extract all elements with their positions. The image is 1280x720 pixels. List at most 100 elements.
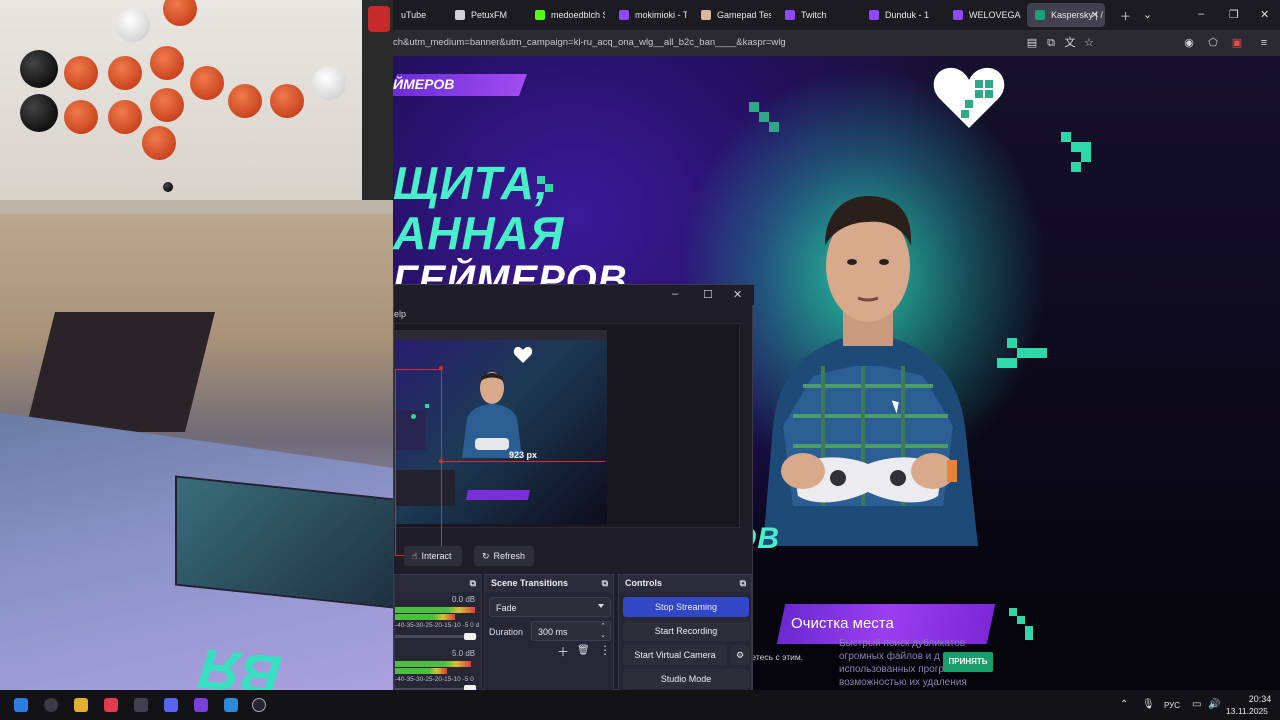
undock-icon[interactable]: ⧉ <box>470 578 476 589</box>
browser-tab[interactable]: Kaspersky | / ✕ <box>1027 3 1105 27</box>
arcade-button <box>64 100 98 134</box>
minimize-icon[interactable]: – <box>1198 8 1204 20</box>
browser-tab[interactable]: Twitch <box>777 3 855 27</box>
reader-view-icon[interactable]: ▤ <box>1025 36 1039 50</box>
preview-heart-logo-icon <box>513 346 533 363</box>
chevron-down-icon[interactable]: ⌄ <box>1143 8 1152 21</box>
url-text[interactable]: ch&utm_medium=banner&utm_campaign=kl-ru_… <box>393 37 786 48</box>
maximize-icon[interactable]: ❐ <box>1229 8 1239 21</box>
account-icon[interactable]: ◉ <box>1182 36 1196 50</box>
hero-line-2: АННАЯ <box>393 207 565 259</box>
obs-taskbar-icon[interactable] <box>252 698 266 712</box>
track1-db: 0.0 dB <box>452 595 476 604</box>
scene-transitions-title: Scene Transitions <box>491 578 569 588</box>
transition-select[interactable]: Fade <box>489 597 611 617</box>
refresh-button[interactable]: ↻ Refresh <box>474 546 534 566</box>
maximize-icon[interactable]: ☐ <box>703 288 713 301</box>
tab-label: mokimioki - Tw <box>635 10 687 20</box>
tab-label: PetuxFM <box>471 10 508 20</box>
language-indicator[interactable]: РУС <box>1164 701 1180 710</box>
controls-dock: Controls ⧉ Stop Streaming Start Recording… <box>618 574 752 691</box>
close-icon[interactable]: ✕ <box>733 288 742 301</box>
duration-value: 300 ms <box>538 627 568 637</box>
interact-label: Interact <box>421 551 452 561</box>
browser-tab[interactable]: Dunduk - 1 <box>861 3 939 27</box>
app-icon[interactable] <box>194 698 208 712</box>
network-icon[interactable]: ▭ <box>1192 699 1201 710</box>
arcade-button <box>228 84 262 118</box>
start-windows-icon[interactable] <box>14 698 28 712</box>
browser-tab[interactable]: Gamepad Teste <box>693 3 771 27</box>
preview-canvas[interactable]: 923 px <box>394 323 740 558</box>
volume-icon[interactable]: 🔊 <box>1208 699 1220 710</box>
dark-object <box>25 312 215 432</box>
brand-logo <box>368 6 390 32</box>
selection-box[interactable] <box>395 369 442 556</box>
spin-arrows-icon[interactable]: ⌃ ⌄ <box>600 622 606 640</box>
pixel-decoration <box>545 184 553 192</box>
clock-date[interactable]: 13.11.2025 <box>1226 706 1268 716</box>
controls-title: Controls <box>625 578 662 588</box>
close-icon[interactable]: ✕ <box>1260 8 1269 21</box>
tab-label: Gamepad Teste <box>717 10 771 20</box>
arcade-button <box>108 56 142 90</box>
tab-close-icon[interactable]: ✕ <box>1091 10 1099 21</box>
studio-mode-button[interactable]: Studio Mode <box>623 669 749 689</box>
browser-tab[interactable]: uTube <box>393 3 441 27</box>
pixel-decoration <box>1081 152 1091 162</box>
trash-icon[interactable]: 🗑 <box>577 645 590 656</box>
clock-time[interactable]: 20:34 <box>1240 694 1280 704</box>
tab-label: WELOVEGAME <box>969 10 1021 20</box>
app-icon[interactable] <box>224 698 238 712</box>
discord-icon[interactable] <box>164 698 178 712</box>
cookie-banner-text: ьетесь с этим. <box>747 652 804 662</box>
more-options-icon[interactable]: ⋮ <box>599 643 611 657</box>
app-icon[interactable] <box>134 698 148 712</box>
file-explorer-icon[interactable] <box>74 698 88 712</box>
stop-streaming-button[interactable]: Stop Streaming <box>623 597 749 617</box>
picture-in-picture-icon[interactable]: ⧉ <box>1044 36 1058 50</box>
new-tab-icon[interactable]: ＋ <box>1120 8 1131 24</box>
brush-label: ЙМЕРОВ <box>393 76 455 92</box>
microphone-icon[interactable]: 🎙 <box>1142 699 1155 710</box>
undock-icon[interactable]: ⧉ <box>740 578 746 589</box>
resize-handle[interactable] <box>439 366 443 370</box>
add-transition-icon[interactable]: ＋ <box>557 643 569 660</box>
pixel-decoration <box>1017 348 1047 358</box>
track2-scale: -40-35-30-25-20-15-10 -5 0 <box>395 676 474 683</box>
arcade-button <box>116 8 150 42</box>
obs-titlebar[interactable]: – ☐ ✕ <box>394 285 754 305</box>
bookmark-star-icon[interactable]: ☆ <box>1082 36 1096 50</box>
addon-badge-icon[interactable]: ▣ <box>1230 36 1244 50</box>
search-icon[interactable] <box>44 698 58 712</box>
duration-spinbox[interactable]: 300 ms ⌃ ⌄ <box>531 621 611 641</box>
twitch-icon <box>785 10 795 20</box>
arcade-button <box>190 66 224 100</box>
audio-mixer-dock: ⧉ 0.0 dB -40-35-30-25-20-15-10 -5 0 d 5.… <box>394 574 482 692</box>
twitch-icon <box>953 10 963 20</box>
browser-tab[interactable]: PetuxFM <box>447 3 521 27</box>
browser-tab[interactable]: mokimioki - Tw <box>611 3 687 27</box>
track1-scale: -40-35-30-25-20-15-10 -5 0 d <box>395 622 479 629</box>
promo-title: Очистка места <box>791 615 894 632</box>
undock-icon[interactable]: ⧉ <box>602 578 608 589</box>
chevron-up-icon[interactable]: ⌃ <box>1120 699 1128 710</box>
virtual-camera-settings-gear-icon[interactable]: ⚙ <box>731 645 749 665</box>
extensions-icon[interactable]: ⬠ <box>1206 36 1220 50</box>
start-recording-button[interactable]: Start Recording <box>623 621 749 641</box>
address-bar[interactable]: ch&utm_medium=banner&utm_campaign=kl-ru_… <box>393 30 1280 56</box>
interact-button[interactable]: ☝ Interact <box>404 546 462 566</box>
pixel-decoration <box>1071 162 1081 172</box>
browser-tab[interactable]: medoedblch St <box>527 3 605 27</box>
minimize-icon[interactable]: – <box>672 288 678 300</box>
menu-help[interactable]: elp <box>394 309 406 319</box>
resize-handle[interactable] <box>439 459 443 463</box>
kick-icon <box>535 10 545 20</box>
menu-icon[interactable]: ≡ <box>1257 36 1271 50</box>
track1-volume-knob[interactable] <box>464 633 476 640</box>
browser-tab[interactable]: WELOVEGAME <box>945 3 1021 27</box>
translate-icon[interactable]: 文 <box>1063 36 1077 50</box>
app-icon[interactable] <box>104 698 118 712</box>
accept-cookies-button[interactable]: ПРИНЯТЬ <box>943 652 993 672</box>
start-virtual-camera-button[interactable]: Start Virtual Camera <box>623 645 727 665</box>
